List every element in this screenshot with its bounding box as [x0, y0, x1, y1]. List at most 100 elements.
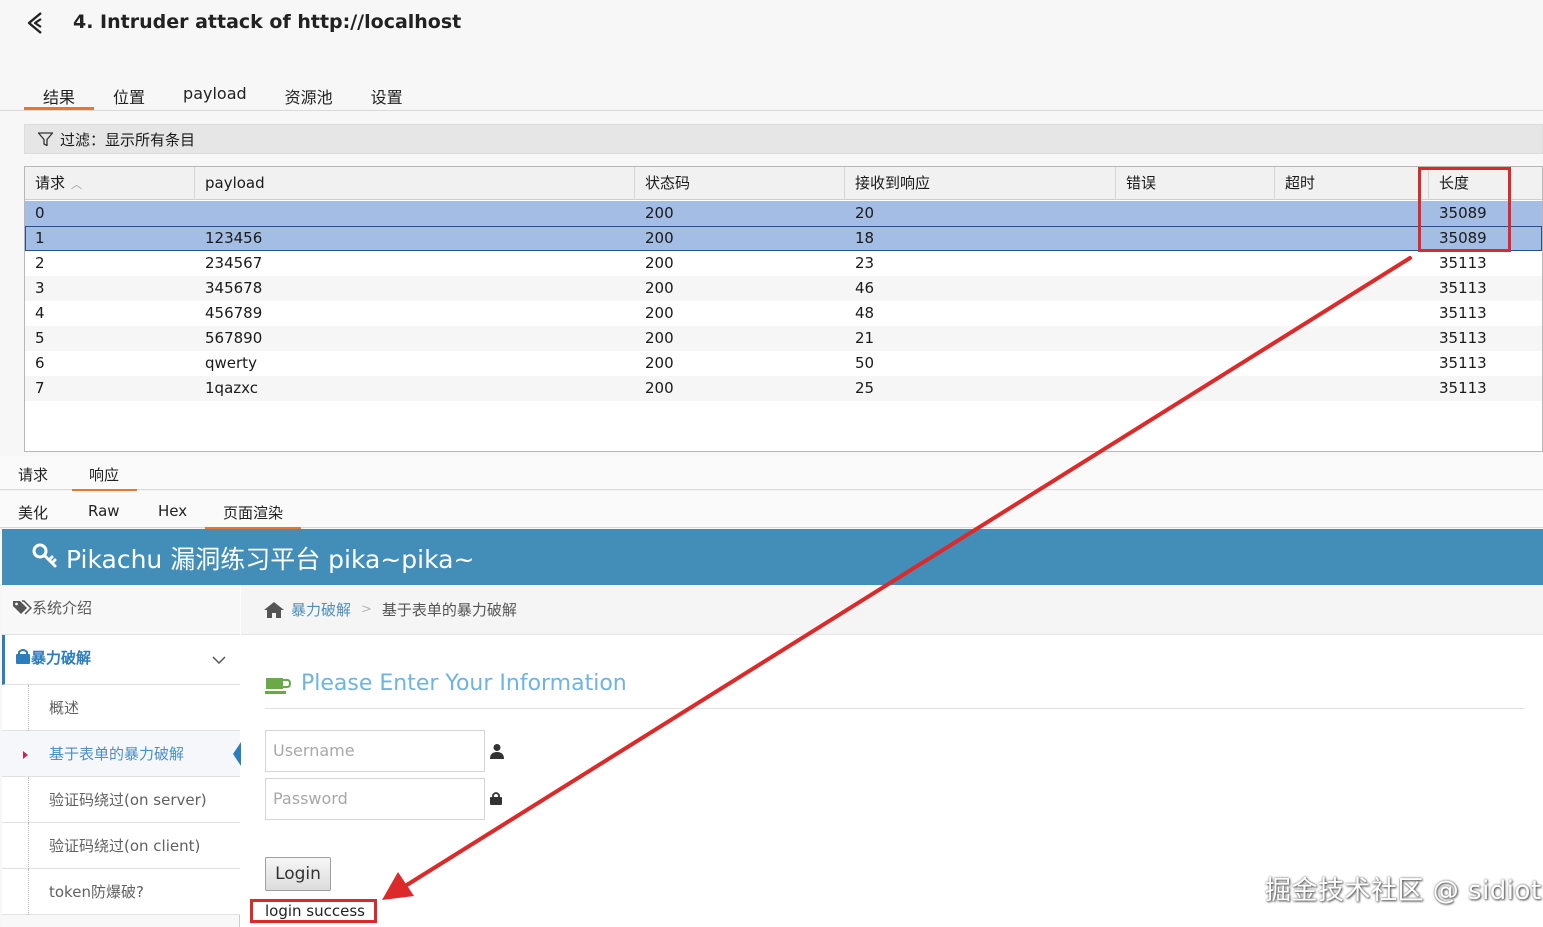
column-header-response-received[interactable]: 接收到响应: [845, 167, 1116, 200]
tab-response[interactable]: 响应: [72, 464, 138, 492]
chevron-down-icon: [212, 656, 226, 665]
sidebar-item-intro[interactable]: 系统介绍: [2, 585, 240, 635]
sidebar-item-captcha-server[interactable]: 验证码绕过(on server): [2, 777, 240, 823]
filter-icon: [37, 131, 54, 146]
cell-payload: 345678: [205, 279, 263, 297]
table-row[interactable]: 6 qwerty 200 50 35113: [25, 351, 1542, 376]
cell-error: [1116, 326, 1275, 351]
cell-length: 35113: [1439, 354, 1487, 372]
column-header-timeout[interactable]: 超时: [1275, 167, 1429, 200]
cell-payload: 456789: [205, 304, 263, 322]
annotation-length-box: [1418, 167, 1511, 252]
username-input[interactable]: Username: [265, 730, 485, 772]
cell-response-received: 21: [855, 329, 875, 347]
cell-error: [1116, 301, 1275, 326]
column-header-payload[interactable]: payload: [195, 167, 635, 200]
annotation-result-box: [250, 899, 377, 923]
cell-request: 3: [35, 279, 45, 297]
table-row[interactable]: 2 234567 200 23 35113: [25, 251, 1542, 276]
form-title: Please Enter Your Information: [265, 671, 1525, 709]
cell-length: 35113: [1439, 279, 1487, 297]
cell-request: 0: [35, 204, 45, 222]
cell-request: 6: [35, 354, 45, 372]
sidebar-item-token[interactable]: token防爆破?: [2, 869, 240, 915]
table-row[interactable]: 7 1qazxc 200 25 35113: [25, 376, 1542, 401]
column-header-request[interactable]: 请求 ︿: [25, 167, 195, 200]
caret-right-icon: [23, 751, 28, 759]
cell-payload: 567890: [205, 329, 263, 347]
cell-length: 35113: [1439, 254, 1487, 272]
sidebar-section-label: 暴力破解: [31, 649, 92, 667]
tab-pretty[interactable]: 美化: [18, 502, 48, 523]
cell-response-received: 50: [855, 354, 875, 372]
cell-response-received: 20: [855, 204, 875, 222]
breadcrumb: 暴力破解 > 基于表单的暴力破解: [241, 585, 1543, 635]
cell-error: [1116, 226, 1275, 251]
cell-request: 5: [35, 329, 45, 347]
brand-title: Pikachu 漏洞练习平台 pika~pika~: [66, 545, 475, 574]
cell-length: 35113: [1439, 329, 1487, 347]
title-bar: 4. Intruder attack of http://localhost: [0, 0, 1543, 50]
cell-error: [1116, 251, 1275, 276]
tab-render[interactable]: 页面渲染: [205, 502, 302, 530]
cell-status: 200: [645, 379, 674, 397]
sidebar-item-overview[interactable]: 概述: [2, 685, 240, 731]
tab-payload[interactable]: payload: [164, 80, 266, 110]
tags-icon: [13, 600, 33, 615]
column-header-error[interactable]: 错误: [1116, 167, 1275, 200]
cell-error: [1116, 376, 1275, 401]
cell-error: [1116, 201, 1275, 226]
cell-status: 200: [645, 254, 674, 272]
cell-request: 7: [35, 379, 45, 397]
login-button[interactable]: Login: [265, 857, 331, 891]
cell-length: 35113: [1439, 379, 1487, 397]
table-row[interactable]: 5 567890 200 21 35113: [25, 326, 1542, 351]
table-row[interactable]: 3 345678 200 46 35113: [25, 276, 1542, 301]
password-input[interactable]: Password: [265, 778, 485, 820]
cell-response-received: 23: [855, 254, 875, 272]
table-row[interactable]: 4 456789 200 48 35113: [25, 301, 1542, 326]
intruder-icon: [27, 12, 42, 34]
tab-hex[interactable]: Hex: [158, 502, 187, 520]
sidebar-item-label: 概述: [49, 699, 80, 717]
cell-timeout: [1275, 301, 1429, 326]
lock-icon: [16, 649, 30, 664]
tab-results[interactable]: 结果: [24, 80, 95, 110]
breadcrumb-current: 基于表单的暴力破解: [381, 601, 517, 619]
tab-settings[interactable]: 设置: [352, 80, 422, 110]
table-header: 请求 ︿ payload 状态码 接收到响应 错误 超时 长度: [25, 167, 1542, 200]
req-resp-tabs: 请求 响应: [0, 456, 1543, 492]
sidebar-item-label: 基于表单的暴力破解: [49, 745, 185, 763]
cell-length: 35113: [1439, 304, 1487, 322]
tab-resource-pool[interactable]: 资源池: [266, 80, 352, 110]
sort-asc-icon: ︿: [71, 178, 83, 191]
lock-icon: [490, 792, 502, 805]
cell-request: 1: [35, 229, 45, 247]
tabs-divider: [0, 110, 1543, 111]
cell-status: 200: [645, 329, 674, 347]
cell-status: 200: [645, 229, 674, 247]
column-header-status[interactable]: 状态码: [635, 167, 845, 200]
cell-timeout: [1275, 351, 1429, 376]
cell-timeout: [1275, 376, 1429, 401]
cell-status: 200: [645, 204, 674, 222]
table-row[interactable]: 1 123456 200 18 35089: [25, 226, 1542, 251]
watermark: 掘金技术社区 @ sidiot: [1265, 876, 1542, 906]
sidebar-item-captcha-client[interactable]: 验证码绕过(on client): [2, 823, 240, 869]
cell-timeout: [1275, 226, 1429, 251]
sidebar-item-form-bruteforce[interactable]: 基于表单的暴力破解: [2, 731, 243, 777]
home-icon: [264, 601, 284, 618]
breadcrumb-link[interactable]: 暴力破解: [291, 599, 351, 620]
filter-text: 过滤：显示所有条目: [60, 130, 196, 149]
rendered-page: Pikachu 漏洞练习平台 pika~pika~ 系统介绍 暴力破解 概述 基…: [2, 529, 1543, 927]
sidebar-section-bruteforce[interactable]: 暴力破解: [2, 635, 240, 685]
cell-error: [1116, 351, 1275, 376]
sidebar-item-label: 验证码绕过(on client): [49, 837, 201, 855]
tab-raw[interactable]: Raw: [88, 502, 120, 520]
tab-positions[interactable]: 位置: [94, 80, 164, 110]
table-row[interactable]: 0 200 20 35089: [25, 201, 1542, 226]
sidebar: 系统介绍 暴力破解 概述 基于表单的暴力破解 验证码绕过(on server): [2, 585, 243, 927]
tree-line: [28, 823, 29, 869]
tab-request[interactable]: 请求: [18, 464, 48, 485]
filter-bar[interactable]: 过滤：显示所有条目: [24, 124, 1543, 154]
